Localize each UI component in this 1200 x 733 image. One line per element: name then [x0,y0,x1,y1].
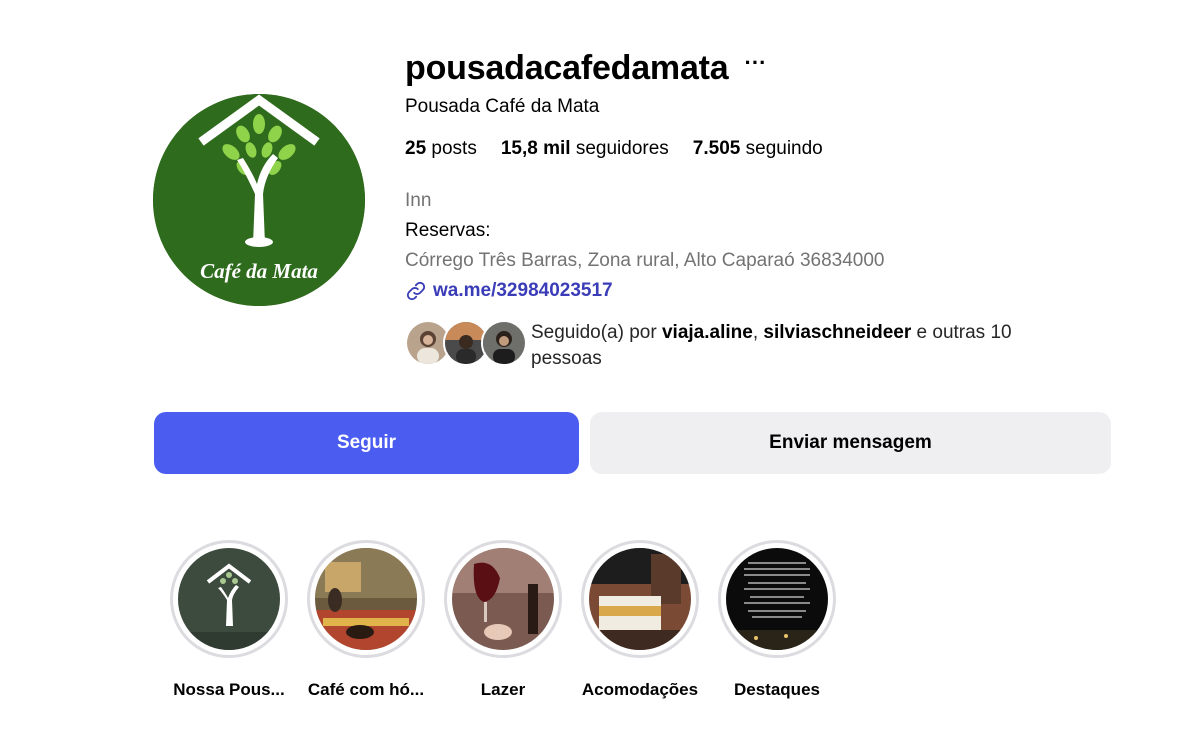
highlight-ring [718,540,836,658]
followed-user-2[interactable]: silviaschneideer [763,322,911,343]
highlight-thumbnail [315,548,417,650]
followers-stat[interactable]: 15,8 mil seguidores [501,138,669,160]
highlight-ring [444,540,562,658]
followed-by-text: Seguido(a) por viaja.aline, silviaschnei… [531,320,1051,372]
bio-line: Reservas: [405,220,491,241]
highlight-item[interactable]: Acomodações [581,540,699,700]
highlight-label: Café com hó... [307,680,425,699]
full-name: Pousada Café da Mata [405,96,600,117]
followers-count: 15,8 mil [500,138,571,159]
followed-separator: , [752,322,764,343]
highlight-ring [581,540,699,658]
follower-avatar [481,320,527,366]
highlight-ring [170,540,288,658]
followed-user-1[interactable]: viaja.aline [662,322,753,343]
username-row: pousadacafedamata ··· [405,48,1125,88]
profile-info: pousadacafedamata ··· Pousada Café da Ma… [405,48,1125,372]
bio-link-text: wa.me/32984023517 [433,280,613,301]
followers-label: seguidores [570,138,669,159]
following-count: 7.505 [692,138,741,159]
link-icon [406,281,426,301]
following-label: seguindo [740,138,823,159]
highlight-label: Nossa Pous... [173,680,285,699]
highlight-ring [307,540,425,658]
highlight-thumbnail [589,548,691,650]
followed-prefix: Seguido(a) por [531,322,662,343]
profile-stats: 25 posts 15,8 mil seguidores 7.505 segui… [405,138,1125,160]
highlight-thumbnail [452,548,554,650]
posts-stat: 25 posts [405,138,477,160]
follow-button[interactable]: Seguir [154,412,579,474]
highlight-item[interactable]: Café com hó... [307,540,425,700]
profile-avatar[interactable]: Café da Mata [153,94,365,306]
highlight-item[interactable]: Lazer [444,540,562,700]
address[interactable]: Córrego Três Barras, Zona rural, Alto Ca… [405,250,1125,272]
username: pousadacafedamata [405,48,729,87]
follower-avatars [405,320,531,366]
category-label: Inn [405,190,432,211]
highlight-label: Lazer [480,680,526,699]
svg-text:Café da Mata: Café da Mata [200,259,318,283]
highlight-label: Acomodações [581,680,699,699]
highlight-item[interactable]: Nossa Pous... [170,540,288,700]
following-stat[interactable]: 7.505 seguindo [693,138,823,160]
story-highlights: Nossa Pous... Café com hó... Lazer Acomo… [170,540,855,700]
cafe-da-mata-logo: Café da Mata [153,94,365,306]
bio-link[interactable]: wa.me/32984023517 [405,280,1125,302]
highlight-label: Destaques [734,680,820,699]
posts-count: 25 [405,138,427,159]
posts-label: posts [426,138,477,159]
highlight-thumbnail [726,548,828,650]
highlight-thumbnail [178,548,280,650]
followed-by[interactable]: Seguido(a) por viaja.aline, silviaschnei… [405,320,1125,372]
send-message-button[interactable]: Enviar mensagem [590,412,1111,474]
highlight-item[interactable]: Destaques [718,540,836,700]
more-options-icon[interactable]: ··· [743,52,769,78]
